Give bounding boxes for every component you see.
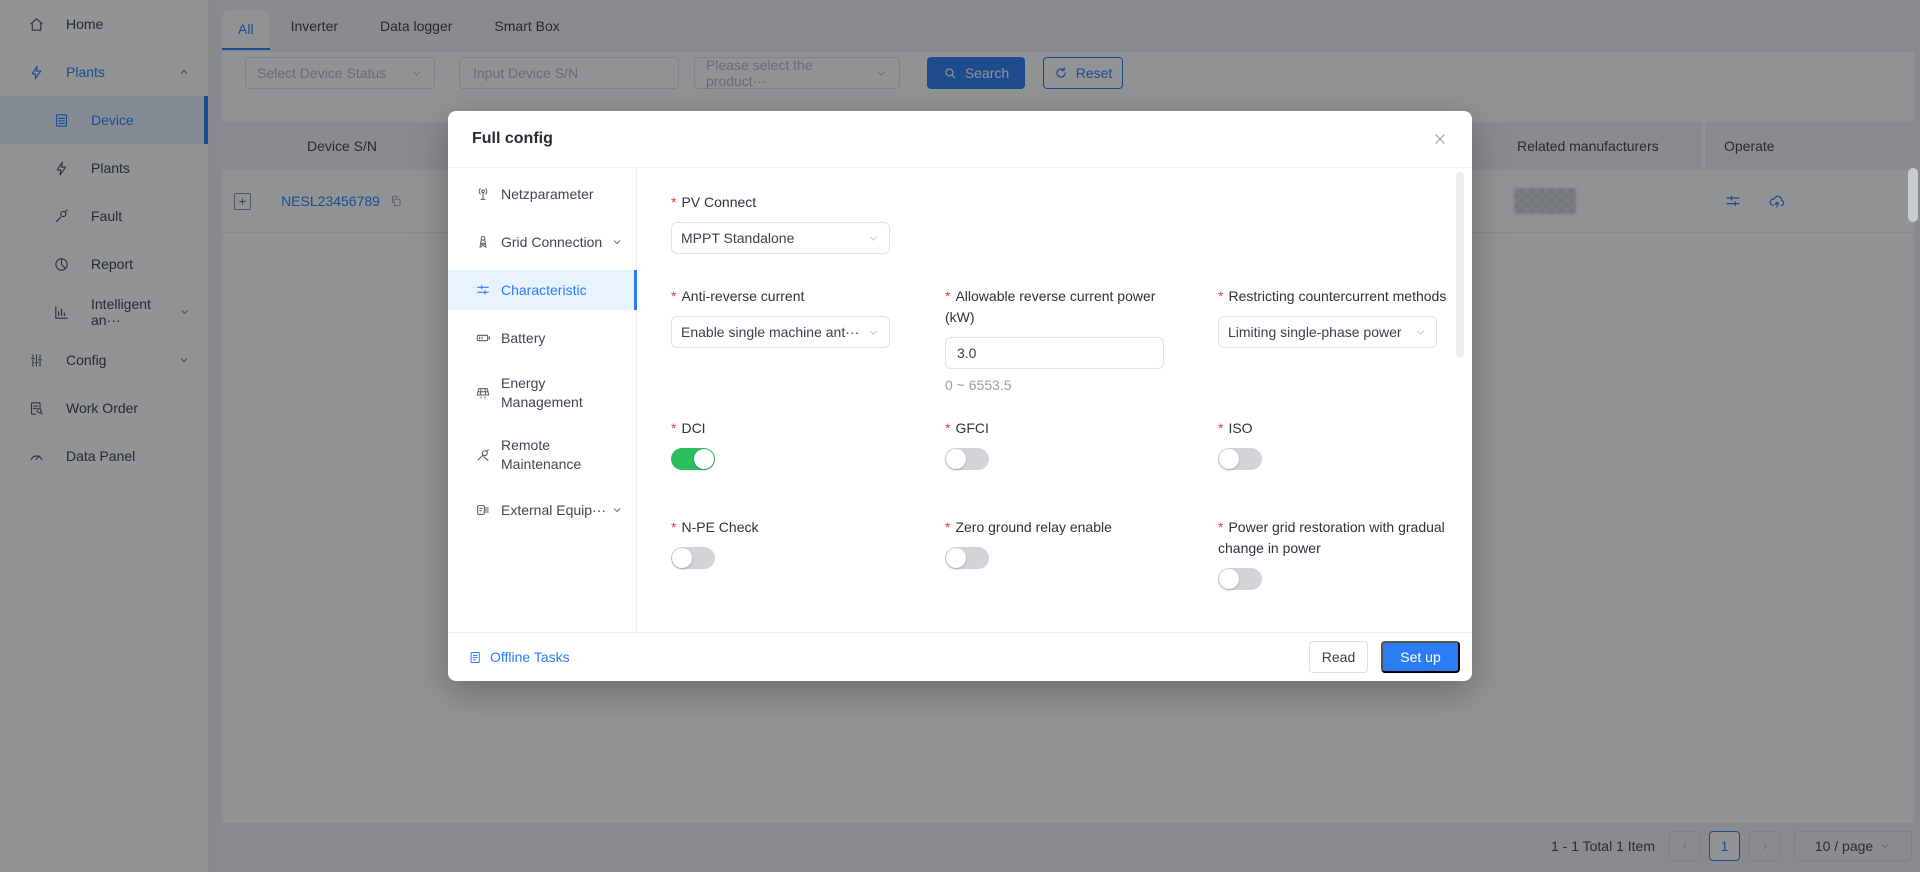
- window-scrollbar-thumb[interactable]: [1908, 168, 1918, 222]
- tools-icon: [475, 447, 491, 463]
- pv-connect-select[interactable]: MPPT Standalone: [671, 222, 890, 254]
- tasks-icon: [468, 650, 483, 665]
- pv-connect-value: MPPT Standalone: [681, 230, 794, 246]
- chevron-down-icon: [867, 326, 880, 339]
- field-label: GFCI: [955, 420, 988, 436]
- sliders-icon: [475, 282, 491, 298]
- nav-item-grid-connection[interactable]: Grid Connection: [448, 218, 636, 266]
- field-dci: * DCI: [671, 418, 945, 470]
- nav-item-label: Characteristic: [501, 282, 591, 298]
- nav-item-label: Netzparameter: [501, 186, 598, 202]
- restricting-countercurrent-select[interactable]: Limiting single-phase power: [1218, 316, 1437, 348]
- field-power-grid-restoration: *Power grid restoration with gradual cha…: [1218, 517, 1472, 590]
- required-mark: *: [671, 519, 676, 535]
- nav-item-label: External Equip···: [501, 502, 610, 518]
- set-up-button-label: Set up: [1400, 649, 1440, 665]
- field-label: Restricting countercurrent methods: [1228, 288, 1446, 304]
- field-gfci: * GFCI: [945, 418, 1218, 470]
- chevron-down-icon: [867, 232, 880, 245]
- field-restricting-countercurrent: * Restricting countercurrent methods Limi…: [1218, 286, 1472, 348]
- field-label: DCI: [681, 420, 705, 436]
- modal-header: Full config: [448, 111, 1472, 168]
- offline-tasks-label: Offline Tasks: [490, 649, 570, 665]
- antenna-icon: [475, 186, 491, 202]
- nav-item-netzparameter[interactable]: Netzparameter: [448, 170, 636, 218]
- zero-ground-relay-toggle[interactable]: [945, 547, 989, 569]
- nav-item-label: Battery: [501, 330, 549, 346]
- nav-item-characteristic[interactable]: Characteristic: [448, 270, 636, 310]
- required-mark: *: [671, 194, 676, 210]
- allowable-reverse-power-input[interactable]: [955, 344, 1154, 362]
- allowable-reverse-power-range: 0 ~ 6553.5: [945, 377, 1184, 393]
- gfci-toggle[interactable]: [945, 448, 989, 470]
- field-label: ISO: [1228, 420, 1252, 436]
- offline-tasks-link[interactable]: Offline Tasks: [468, 649, 570, 665]
- full-config-modal: Full config Netzparameter Grid Connectio…: [448, 111, 1472, 681]
- transmission-tower-icon: [475, 234, 491, 250]
- set-up-button[interactable]: Set up: [1381, 641, 1460, 673]
- toggle-knob: [1219, 449, 1239, 469]
- field-pv-connect: * PV Connect MPPT Standalone: [671, 192, 945, 254]
- nav-item-energy-management[interactable]: Energy Management: [448, 362, 636, 424]
- toggle-knob: [1219, 569, 1239, 589]
- required-mark: *: [945, 519, 950, 535]
- npe-check-toggle[interactable]: [671, 547, 715, 569]
- nav-item-label: Remote Maintenance: [501, 436, 601, 474]
- field-label: Anti-reverse current: [681, 288, 804, 304]
- chevron-down-icon: [611, 236, 623, 248]
- nav-item-external-equipment[interactable]: External Equip···: [448, 486, 636, 534]
- modal-footer: Offline Tasks Read Set up: [448, 632, 1472, 681]
- nav-item-label: Energy Management: [501, 374, 601, 412]
- required-mark: *: [671, 288, 676, 304]
- required-mark: *: [1218, 519, 1223, 535]
- required-mark: *: [1218, 420, 1223, 436]
- config-section-nav: Netzparameter Grid Connection Characteri…: [448, 168, 637, 632]
- iso-toggle[interactable]: [1218, 448, 1262, 470]
- modal-title: Full config: [472, 130, 553, 148]
- restricting-countercurrent-value: Limiting single-phase power: [1228, 324, 1402, 340]
- field-zero-ground-relay: * Zero ground relay enable: [945, 517, 1218, 569]
- field-anti-reverse-current: * Anti-reverse current Enable single mach…: [671, 286, 945, 348]
- field-label: PV Connect: [681, 194, 756, 210]
- anti-reverse-current-value: Enable single machine ant···: [681, 324, 859, 340]
- app-window: Home Plants Device Plants Fault Report I…: [0, 0, 1920, 872]
- modal-scrollbar-thumb[interactable]: [1456, 172, 1464, 358]
- chevron-down-icon: [611, 504, 623, 516]
- nav-item-battery[interactable]: Battery: [448, 314, 636, 362]
- field-label: Allowable reverse current power (kW): [945, 288, 1155, 325]
- field-label: Zero ground relay enable: [955, 519, 1111, 535]
- config-form: * PV Connect MPPT Standalone * Anti-revers…: [637, 168, 1472, 632]
- close-icon[interactable]: [1432, 131, 1448, 147]
- required-mark: *: [1218, 288, 1223, 304]
- toggle-knob: [694, 449, 714, 469]
- chevron-down-icon: [1414, 326, 1427, 339]
- toggle-knob: [946, 548, 966, 568]
- field-npe-check: * N-PE Check: [671, 517, 945, 569]
- toggle-knob: [946, 449, 966, 469]
- dci-toggle[interactable]: [671, 448, 715, 470]
- solar-panel-icon: [475, 385, 491, 401]
- field-allowable-reverse-power: *Allowable reverse current power (kW) 0 …: [945, 286, 1218, 393]
- field-label: Power grid restoration with gradual chan…: [1218, 519, 1445, 556]
- required-mark: *: [945, 420, 950, 436]
- anti-reverse-current-select[interactable]: Enable single machine ant···: [671, 316, 890, 348]
- field-label: N-PE Check: [681, 519, 758, 535]
- battery-icon: [475, 330, 491, 346]
- power-grid-restoration-toggle[interactable]: [1218, 568, 1262, 590]
- field-iso: * ISO: [1218, 418, 1472, 470]
- required-mark: *: [671, 420, 676, 436]
- toggle-knob: [672, 548, 692, 568]
- nav-item-remote-maintenance[interactable]: Remote Maintenance: [448, 424, 636, 486]
- external-equipment-icon: [475, 502, 491, 518]
- read-button-label: Read: [1322, 649, 1355, 665]
- required-mark: *: [945, 288, 950, 304]
- allowable-reverse-power-input-wrap: [945, 337, 1164, 369]
- modal-body: Netzparameter Grid Connection Characteri…: [448, 168, 1472, 632]
- nav-item-label: Grid Connection: [501, 234, 606, 250]
- read-button[interactable]: Read: [1309, 641, 1368, 673]
